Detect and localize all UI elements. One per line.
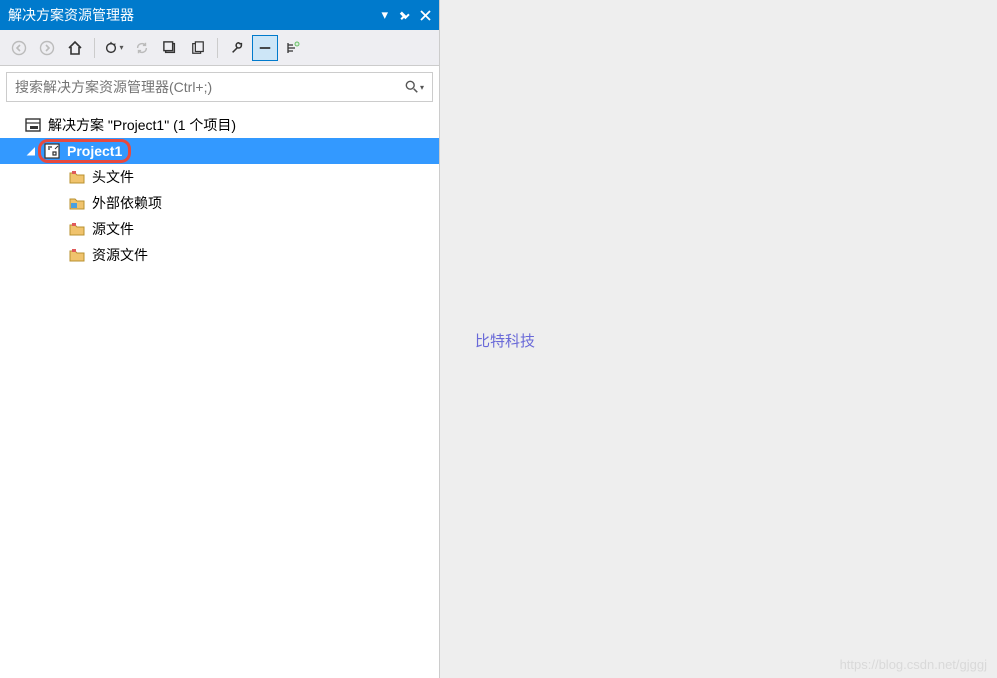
watermark-text: 比特科技 <box>475 330 535 351</box>
refresh-button[interactable] <box>157 35 183 61</box>
folder-label: 资源文件 <box>92 245 148 265</box>
dropdown-icon[interactable]: ▾ <box>381 7 388 23</box>
external-deps-icon <box>68 195 86 211</box>
folder-icon <box>68 247 86 263</box>
sync-button[interactable] <box>129 35 155 61</box>
pin-icon[interactable] <box>398 9 410 21</box>
chevron-down-icon: ▾ <box>119 43 123 52</box>
toolbar: ▾ <box>0 30 439 66</box>
panel-title: 解决方案资源管理器 <box>8 5 381 25</box>
scope-button[interactable]: ▾ <box>101 35 127 61</box>
project-label: Project1 <box>67 143 122 159</box>
folder-node-resources[interactable]: 资源文件 <box>0 242 439 268</box>
search-input[interactable] <box>15 79 405 95</box>
preview-button[interactable] <box>252 35 278 61</box>
folder-icon <box>68 221 86 237</box>
forward-button[interactable] <box>34 35 60 61</box>
solution-label: 解决方案 "Project1" (1 个项目) <box>48 115 236 135</box>
back-button[interactable] <box>6 35 32 61</box>
collapse-button[interactable] <box>280 35 306 61</box>
home-button[interactable] <box>62 35 88 61</box>
folder-node-source[interactable]: 源文件 <box>0 216 439 242</box>
toolbar-separator <box>94 38 95 58</box>
properties-button[interactable] <box>224 35 250 61</box>
project-icon <box>43 143 61 159</box>
solution-explorer-panel: 解决方案资源管理器 ▾ ▾ <box>0 0 440 678</box>
highlight-annotation: Project1 <box>38 139 131 163</box>
attribution-text: https://blog.csdn.net/gjggj <box>840 657 987 672</box>
folder-icon <box>68 169 86 185</box>
expander-collapse-icon[interactable]: ◢ <box>24 146 38 157</box>
panel-titlebar: 解决方案资源管理器 ▾ <box>0 0 439 30</box>
folder-label: 头文件 <box>92 167 134 187</box>
project-node[interactable]: ◢ Project1 <box>0 138 439 164</box>
solution-node[interactable]: 解决方案 "Project1" (1 个项目) <box>0 112 439 138</box>
search-box[interactable]: ▾ <box>6 72 433 102</box>
folder-node-external[interactable]: 外部依赖项 <box>0 190 439 216</box>
window-controls: ▾ <box>381 7 431 23</box>
folder-label: 外部依赖项 <box>92 193 162 213</box>
show-all-files-button[interactable] <box>185 35 211 61</box>
solution-icon <box>24 117 42 133</box>
folder-node-headers[interactable]: 头文件 <box>0 164 439 190</box>
search-icon[interactable]: ▾ <box>405 80 424 94</box>
folder-label: 源文件 <box>92 219 134 239</box>
close-icon[interactable] <box>420 10 431 21</box>
solution-tree: 解决方案 "Project1" (1 个项目) ◢ Project1 头文件 外… <box>0 108 439 678</box>
toolbar-separator <box>217 38 218 58</box>
chevron-down-icon: ▾ <box>420 83 424 92</box>
